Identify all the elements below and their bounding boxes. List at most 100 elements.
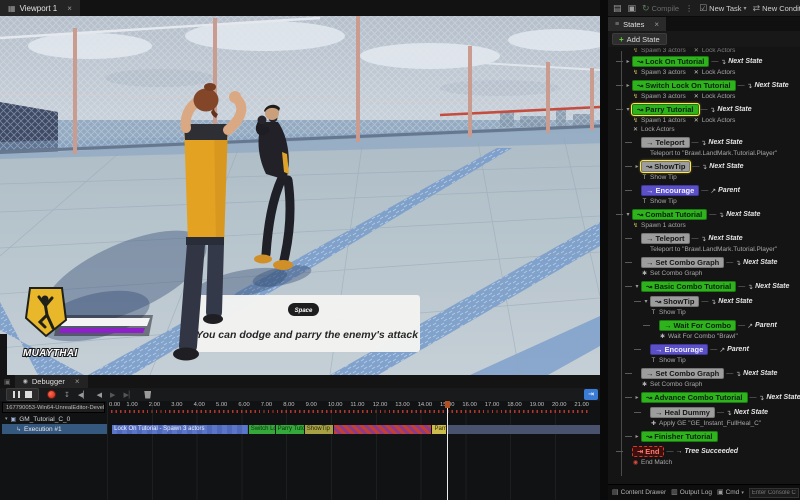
step-back-end-button[interactable]: ◀▏: [78, 391, 89, 399]
state-row[interactable]: ▸↝Lock On Tutorial—↴Next State: [608, 55, 800, 68]
record-button[interactable]: [47, 390, 56, 399]
state-badge[interactable]: ⇥End: [632, 446, 664, 457]
stop-button[interactable]: [25, 391, 32, 398]
timeline-segment[interactable]: Lock On Tutorial - Spawn 3 actors: [112, 425, 248, 434]
state-row[interactable]: ⇥End—→Tree Succeeded: [608, 445, 800, 458]
state-row[interactable]: →Wait For Combo—↗Parent: [608, 319, 800, 332]
expander-icon[interactable]: ▸: [633, 433, 641, 440]
state-row[interactable]: ▸↝Advance Combo Tutorial—↴Next State: [608, 391, 800, 404]
viewport-region[interactable]: ▦ Viewport 1 ×: [0, 0, 600, 375]
state-detail: Teleport to "Brawl.LandMark.Tutorial.Pla…: [608, 149, 800, 158]
drop-marker-button[interactable]: ↧: [64, 391, 70, 399]
states-tree[interactable]: ↯Spawn 3 actors✕Lock Actors▸↝Lock On Tut…: [608, 47, 800, 484]
timeline-segment[interactable]: [448, 425, 600, 434]
state-arrow-icon: →: [646, 257, 654, 268]
step-forward-end-button[interactable]: ▶▏: [123, 391, 134, 399]
state-row[interactable]: ▾↝Parry Tutorial—↴Next State: [608, 103, 800, 116]
content-drawer-button[interactable]: ▤ Content Drawer: [612, 489, 666, 496]
step-back-button[interactable]: ◀: [97, 391, 102, 399]
state-row[interactable]: ▾↝ShowTip—↴Next State: [608, 295, 800, 308]
log-icon: ▥: [671, 489, 678, 496]
timeline-ruler[interactable]: 0.001.002.003.004.005.006.007.008.009.00…: [107, 401, 600, 414]
trash-icon[interactable]: [144, 391, 151, 399]
add-state-button[interactable]: + Add State: [612, 33, 667, 45]
expander-icon[interactable]: ▾: [633, 283, 641, 290]
state-badge[interactable]: ↝ShowTip: [641, 161, 690, 172]
execution-row[interactable]: ↳ Execution #1: [2, 424, 107, 434]
state-row[interactable]: ▸↝ShowTip—↴Next State: [608, 160, 800, 173]
state-badge[interactable]: →Set Combo Graph: [641, 257, 724, 268]
state-row[interactable]: →Heal Dummy—↴Next State: [608, 406, 800, 419]
session-dropdown[interactable]: 167790053-Win64-UnrealEditor-Develo ▾: [2, 402, 105, 413]
state-row[interactable]: →Encourage—↗Parent: [608, 184, 800, 197]
expander-icon[interactable]: ▸: [633, 394, 641, 401]
step-forward-button[interactable]: ▶: [110, 391, 115, 399]
expander-icon[interactable]: ▸: [633, 163, 641, 170]
state-badge[interactable]: ↝Parry Tutorial: [632, 104, 699, 115]
output-log-button[interactable]: ▥ Output Log: [671, 489, 712, 496]
game-scene[interactable]: Space You can dodge and parry the enemy'…: [0, 16, 600, 375]
state-badge[interactable]: ↝Basic Combo Tutorial: [641, 281, 736, 292]
jump-to-end-button[interactable]: ⇥: [584, 389, 598, 400]
state-badge[interactable]: ↝Finisher Tutorial: [641, 431, 718, 442]
state-badge[interactable]: →Teleport: [641, 137, 690, 148]
execution-track[interactable]: Lock On Tutorial - Spawn 3 actorsSwitch …: [107, 425, 600, 434]
expander-icon[interactable]: ▸: [624, 82, 632, 89]
state-row[interactable]: →Set Combo Graph—↴Next State: [608, 367, 800, 380]
expander-icon[interactable]: ▾: [5, 416, 8, 422]
state-badge[interactable]: ↝Advance Combo Tutorial: [641, 392, 748, 403]
state-row[interactable]: ▸↝Finisher Tutorial: [608, 430, 800, 443]
state-row[interactable]: ▸↝Switch Lock On Tutorial—↴Next State: [608, 79, 800, 92]
state-badge[interactable]: ↝Switch Lock On Tutorial: [632, 80, 736, 91]
kebab-menu-icon[interactable]: ⋮: [685, 4, 693, 13]
tick-label: 1.00: [126, 402, 137, 408]
end-icon: ◉: [632, 459, 639, 466]
state-row[interactable]: ▾↝Combat Tutorial—↴Next State: [608, 208, 800, 221]
playhead-marker[interactable]: [445, 401, 450, 408]
tree-connector: [625, 262, 632, 263]
timeline-segment[interactable]: Switch Lock On Tutorial: [249, 425, 275, 434]
close-icon[interactable]: ×: [654, 20, 659, 29]
state-badge[interactable]: →Teleport: [641, 233, 690, 244]
state-badge[interactable]: ↝ShowTip: [650, 296, 699, 307]
state-badge[interactable]: →Encourage: [650, 344, 708, 355]
compile-button[interactable]: ↻ Compile: [642, 4, 679, 13]
link-label: Next State: [708, 235, 742, 242]
state-row[interactable]: →Encourage—↗Parent: [608, 343, 800, 356]
new-condition-button[interactable]: ⇄ New Condition ▾: [753, 4, 800, 13]
state-badge[interactable]: →Set Combo Graph: [641, 368, 724, 379]
save-icon[interactable]: ▤: [613, 4, 622, 13]
timeline-segment[interactable]: Parry: [432, 425, 445, 434]
state-row[interactable]: ▾↝Basic Combo Tutorial—↴Next State: [608, 280, 800, 293]
state-badge[interactable]: →Encourage: [641, 185, 699, 196]
new-task-button[interactable]: ☑ New Task ▾: [699, 4, 746, 13]
timeline-segment[interactable]: Parry Tutorial: [276, 425, 304, 434]
state-row[interactable]: →Set Combo Graph—↴Next State: [608, 256, 800, 269]
state-badge[interactable]: ↝Lock On Tutorial: [632, 56, 709, 67]
playhead-line[interactable]: [447, 401, 448, 500]
close-icon[interactable]: ×: [75, 377, 80, 386]
close-icon[interactable]: ×: [67, 4, 72, 13]
playback-group: [6, 388, 39, 401]
console-command-input[interactable]: [749, 488, 799, 498]
debug-object-row[interactable]: ▾ ▣ GM_Tutorial_C_0: [0, 414, 107, 424]
expander-icon[interactable]: ▸: [624, 58, 632, 65]
viewport-tab[interactable]: ▦ Viewport 1 ×: [0, 0, 80, 16]
expander-icon[interactable]: ▾: [642, 298, 650, 305]
state-badge[interactable]: →Wait For Combo: [659, 320, 736, 331]
state-badge[interactable]: →Heal Dummy: [650, 407, 715, 418]
expander-icon[interactable]: ▾: [624, 106, 632, 113]
debugger-tab[interactable]: ◉ Debugger ×: [15, 375, 88, 388]
timeline-segment[interactable]: ShowTip: [305, 425, 333, 434]
states-tab[interactable]: ≡ States ×: [608, 17, 666, 31]
expander-icon[interactable]: ▾: [624, 211, 632, 218]
pause-button[interactable]: [13, 391, 20, 398]
state-row[interactable]: →Teleport—↴Next State: [608, 136, 800, 149]
browse-icon[interactable]: ▣: [628, 4, 637, 13]
state-arrow-icon: ↝: [637, 56, 643, 67]
state-badge[interactable]: ↝Combat Tutorial: [632, 209, 707, 220]
timeline-segment[interactable]: [334, 425, 431, 434]
viewport-icon: ▦: [8, 4, 16, 13]
state-row[interactable]: →Teleport—↴Next State: [608, 232, 800, 245]
cmd-dropdown[interactable]: ▣ Cmd ▾: [717, 489, 744, 496]
